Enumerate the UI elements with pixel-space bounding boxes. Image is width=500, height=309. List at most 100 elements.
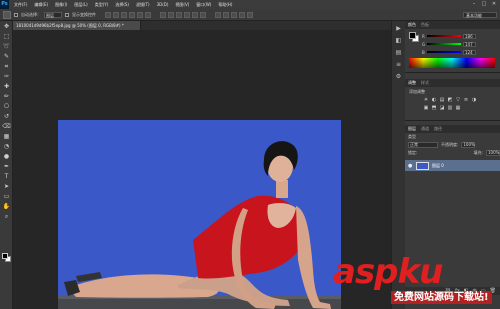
distribute-vcenter-icon[interactable] [168,11,174,18]
type-tool-icon[interactable]: T [2,172,11,181]
slider-g-track[interactable] [427,43,461,45]
document-canvas[interactable] [58,120,341,309]
tab-styles[interactable]: 样式 [421,80,429,86]
color-balance-icon[interactable]: ◑ [471,97,477,103]
layer-name[interactable]: 图层 0 [432,163,444,169]
history-icon[interactable]: ▤ [394,48,403,57]
clone-tool-icon[interactable]: ⎔ [2,102,11,111]
hand-tool-icon[interactable]: ✋ [2,202,11,211]
distribute-top-icon[interactable] [160,11,166,18]
slider-r-track[interactable] [427,35,461,37]
tab-paths[interactable]: 路径 [434,126,442,132]
levels-icon[interactable]: ◐ [431,97,437,103]
properties-icon[interactable]: ◧ [394,36,403,45]
align-top-icon[interactable] [105,11,111,18]
3d-drag-icon[interactable] [231,11,237,18]
black-white-icon[interactable]: ▣ [423,105,429,111]
3d-scale-icon[interactable] [247,11,253,18]
brightness-icon[interactable]: ☀ [423,97,429,103]
layer-row[interactable]: ● 图层 0 [405,160,500,171]
eyedropper-tool-icon[interactable]: ✑ [2,72,11,81]
photo-image [58,120,341,309]
slider-r-value[interactable]: 186 [463,33,476,39]
color-spectrum[interactable] [409,58,495,68]
menu-3d[interactable]: 3D(D) [157,2,169,8]
align-left-icon[interactable] [129,11,135,18]
move-tool-icon[interactable]: ✥ [2,22,11,31]
menu-select[interactable]: 选择(S) [115,2,129,8]
align-vcenter-icon[interactable] [113,11,119,18]
minimize-icon[interactable]: – [471,1,477,7]
slider-g-value[interactable]: 147 [463,41,476,47]
photo-filter-icon[interactable]: ⬒ [431,105,437,111]
curves-icon[interactable]: ▤ [439,97,445,103]
pen-tool-icon[interactable]: ✒ [2,162,11,171]
dodge-tool-icon[interactable]: ● [2,152,11,161]
tab-channels[interactable]: 通道 [421,126,429,132]
history-brush-tool-icon[interactable]: ↺ [2,112,11,121]
blend-mode-dropdown[interactable]: 正常 [408,142,438,148]
slider-b-track[interactable] [427,51,461,53]
distribute-left-icon[interactable] [184,11,190,18]
foreground-color-swatch[interactable] [2,253,8,259]
lasso-tool-icon[interactable]: ➰ [2,42,11,51]
play-actions-icon[interactable]: ▶ [394,24,403,33]
opacity-input[interactable]: 100% [461,142,476,148]
align-bottom-icon[interactable] [121,11,127,18]
shape-tool-icon[interactable]: ▭ [2,192,11,201]
channel-mixer-icon[interactable]: ◪ [439,105,445,111]
document-tab[interactable]: 1810041d9d96b2f5ep8.jpg @ 50% (图层 0, RGB… [13,21,141,30]
tab-color[interactable]: 颜色 [408,22,416,28]
tab-layers[interactable]: 图层 [408,126,416,132]
invert-icon[interactable]: ▦ [455,105,461,111]
hue-saturation-icon[interactable]: ≡ [463,97,469,103]
auto-select-checkbox[interactable] [14,12,18,17]
healing-tool-icon[interactable]: ✚ [2,82,11,91]
blur-tool-icon[interactable]: ◔ [2,142,11,151]
tab-swatches[interactable]: 色板 [421,22,429,28]
color-lookup-icon[interactable]: ▥ [447,105,453,111]
paragraph-icon[interactable]: ≡ [394,60,403,69]
eraser-tool-icon[interactable]: ⌫ [2,122,11,131]
tab-adjustments[interactable]: 调整 [408,80,416,86]
3d-roll-icon[interactable] [223,11,229,18]
align-hcenter-icon[interactable] [137,11,143,18]
eye-icon[interactable]: ● [408,163,413,169]
menu-file[interactable]: 文件(F) [14,2,27,8]
3d-slide-icon[interactable] [239,11,245,18]
menu-window[interactable]: 窗口(W) [196,2,211,8]
exposure-icon[interactable]: ◩ [447,97,453,103]
menu-edit[interactable]: 编辑(E) [34,2,48,8]
layer-kind-label[interactable]: 类型 [408,134,416,140]
crop-tool-icon[interactable]: ⌗ [2,62,11,71]
menu-image[interactable]: 图像(I) [55,2,67,8]
menu-type[interactable]: 类型(Y) [95,2,109,8]
tool-presets-icon[interactable]: ⚙ [394,72,403,81]
3d-rotate-icon[interactable] [215,11,221,18]
distribute-bottom-icon[interactable] [176,11,182,18]
align-right-icon[interactable] [145,11,151,18]
vibrance-icon[interactable]: ▽ [455,97,461,103]
foreground-color-chip[interactable] [409,32,416,39]
zoom-tool-icon[interactable]: ⌕ [2,212,11,221]
auto-select-dropdown[interactable]: 图层 [44,11,62,18]
menu-filter[interactable]: 滤镜(T) [136,2,150,8]
menu-layer[interactable]: 图层(L) [74,2,87,8]
options-bar: 自动选择： 图层 显示变换控件 基本功能 [0,9,500,21]
gradient-tool-icon[interactable]: ▦ [2,132,11,141]
close-icon[interactable]: ✕ [491,1,497,7]
move-tool-preset-icon[interactable] [3,10,11,19]
menu-help[interactable]: 帮助(H) [218,2,232,8]
quick-select-tool-icon[interactable]: ✎ [2,52,11,61]
show-transform-checkbox[interactable] [65,12,69,17]
path-select-tool-icon[interactable]: ➤ [2,182,11,191]
brush-tool-icon[interactable]: ✏ [2,92,11,101]
marquee-tool-icon[interactable]: ⬚ [2,32,11,41]
fill-input[interactable]: 100% [486,150,500,156]
menu-view[interactable]: 视图(V) [175,2,189,8]
slider-b-value[interactable]: 124 [463,49,476,55]
distribute-right-icon[interactable] [200,11,206,18]
distribute-hcenter-icon[interactable] [192,11,198,18]
workspace-dropdown[interactable]: 基本功能 [463,12,497,18]
restore-icon[interactable]: □ [481,1,487,7]
